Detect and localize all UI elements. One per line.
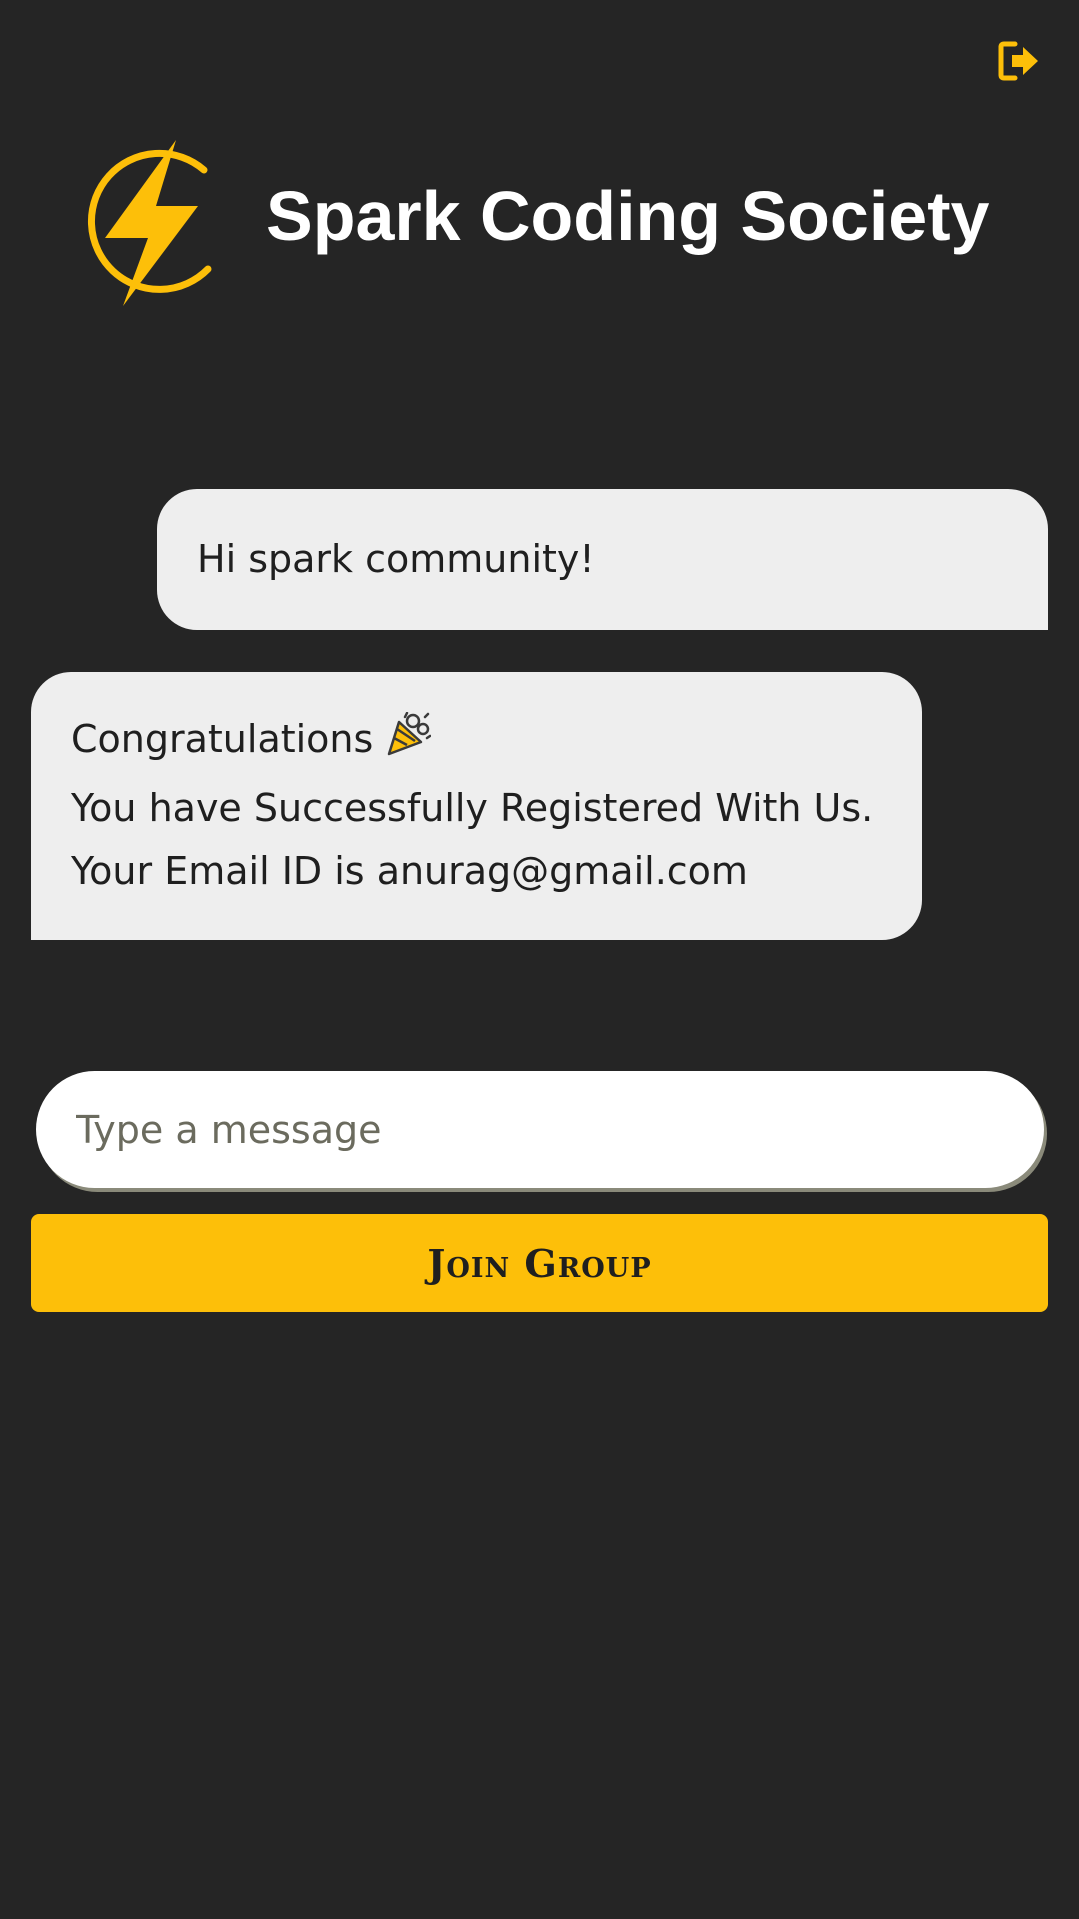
message-text: Hi spark community! [197, 537, 595, 581]
app-title: Spark Coding Society [266, 177, 990, 255]
logout-button[interactable] [995, 38, 1043, 86]
brand-logo [68, 134, 218, 310]
message-bubble-received: Congratulations You have Successfully Re… [31, 672, 922, 940]
message-composer [36, 1071, 1044, 1188]
message-line-text: Congratulations [71, 717, 374, 761]
message-input[interactable] [36, 1071, 1044, 1188]
message-line: Your Email ID is anurag@gmail.com [71, 849, 748, 893]
join-group-button[interactable]: Join Group [31, 1214, 1048, 1312]
sign-out-icon [998, 41, 1038, 81]
lightning-bolt-logo-icon [87, 140, 212, 306]
message-bubble-sent: Hi spark community! [157, 489, 1048, 630]
party-popper-icon [385, 711, 432, 777]
message-line: You have Successfully Registered With Us… [71, 786, 874, 830]
message-line: Congratulations [71, 708, 882, 777]
